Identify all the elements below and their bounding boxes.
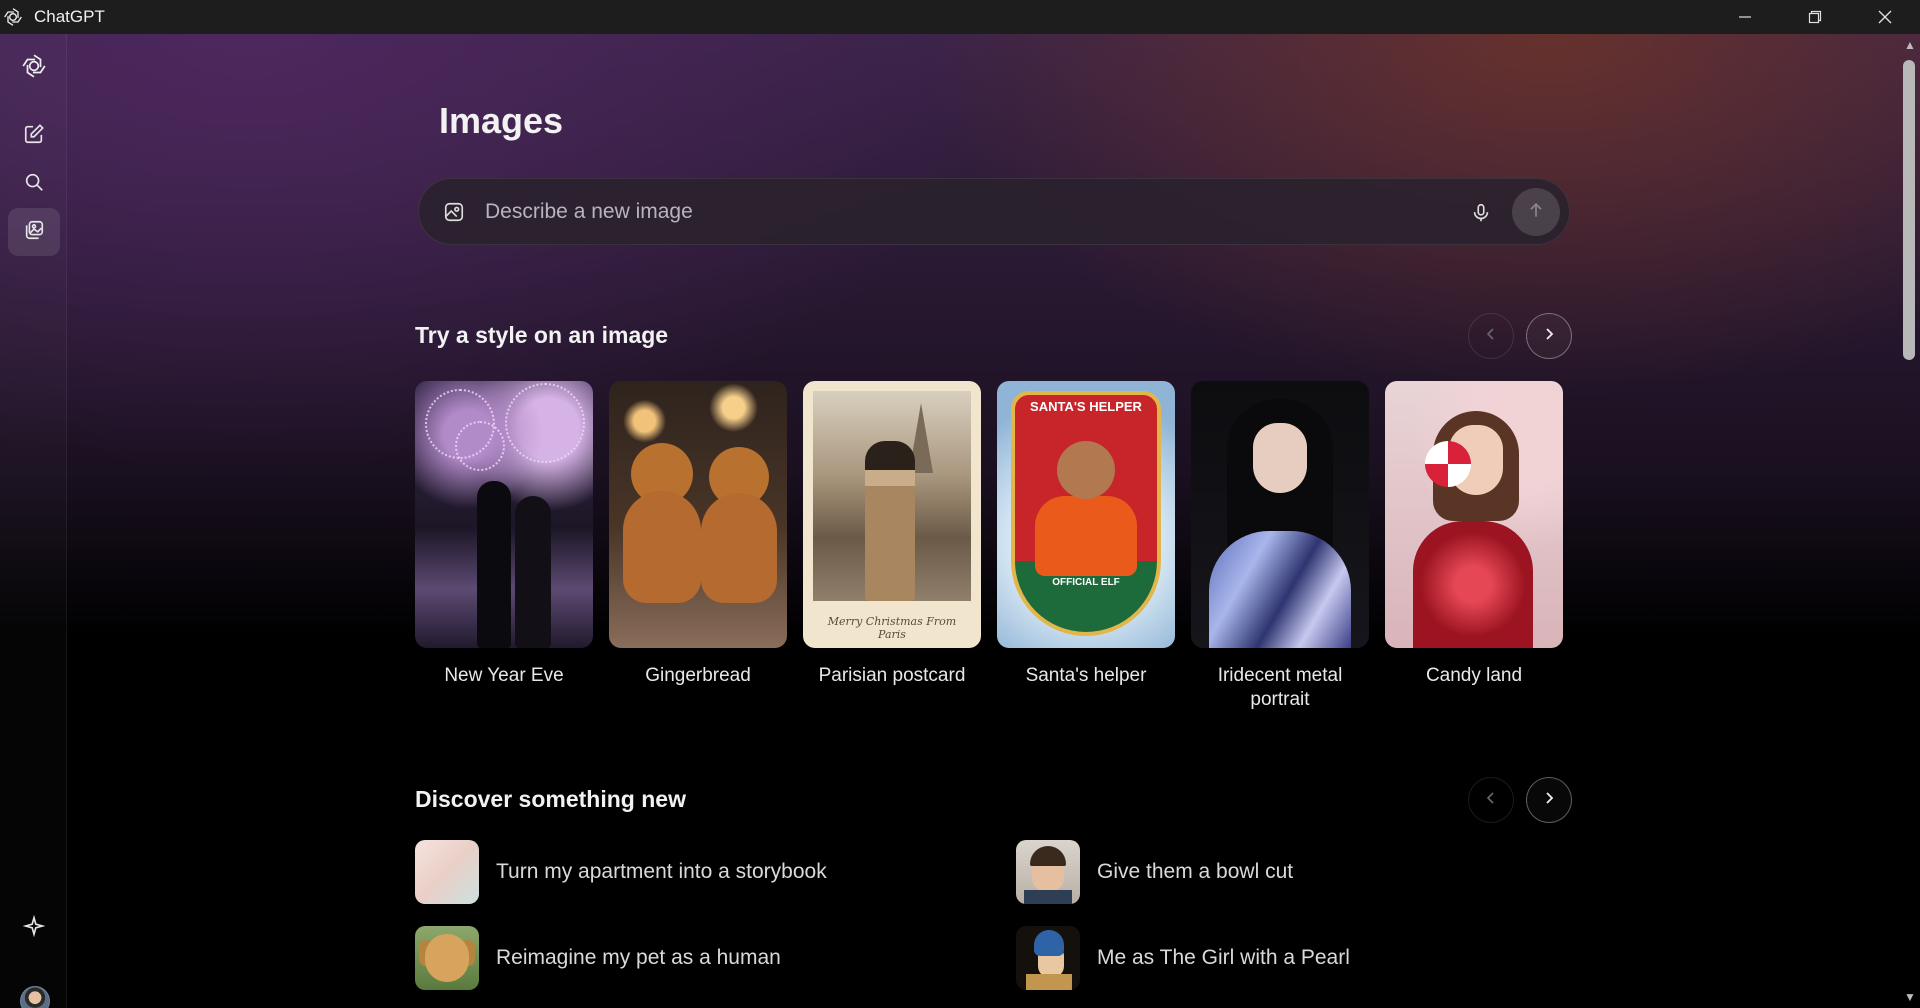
openai-logo-icon (21, 53, 47, 84)
chevron-right-icon (1542, 791, 1556, 810)
styles-next-button[interactable] (1526, 313, 1572, 359)
postcard-caption: Merry Christmas From Paris (827, 615, 957, 641)
sparkle-icon (22, 914, 46, 942)
search-icon (23, 171, 45, 198)
style-card-label: Santa's helper (1025, 665, 1147, 686)
chatgpt-logo-icon (2, 6, 24, 28)
discover-item-label: Me as The Girl with a Pearl (1097, 946, 1350, 969)
discover-item-bowl-cut[interactable]: Give them a bowl cut (1016, 840, 1293, 904)
chevron-right-icon (1542, 327, 1556, 346)
send-button[interactable] (1512, 188, 1560, 236)
santas-helper-thumbnail: SANTA'S HELPER OFFICIAL ELF (997, 381, 1175, 648)
sidebar (0, 34, 67, 1008)
discover-prev-button[interactable] (1468, 777, 1514, 823)
girl-pearl-thumbnail (1016, 926, 1080, 990)
santas-helper-banner: SANTA'S HELPER (1030, 399, 1142, 414)
new-chat-icon (23, 123, 45, 150)
page-title: Images (439, 100, 564, 141)
scroll-up-arrow[interactable]: ▲ (1900, 38, 1920, 54)
new-chat-button[interactable] (8, 112, 60, 160)
minimize-button[interactable] (1710, 0, 1780, 34)
image-prompt-input[interactable] (485, 193, 1385, 231)
style-card-label: Gingerbread (645, 665, 751, 686)
discover-item-label: Give them a bowl cut (1097, 860, 1294, 883)
discover-item-label: Reimagine my pet as a human (496, 946, 781, 969)
style-card-candy-land[interactable]: Candy land (1385, 381, 1563, 688)
style-card-parisian-postcard[interactable]: Merry Christmas From Paris Parisian post… (803, 381, 981, 688)
window-controls (1710, 0, 1920, 34)
images-button[interactable] (8, 208, 60, 256)
styles-prev-button[interactable] (1468, 313, 1514, 359)
style-card-label: Candy land (1425, 665, 1523, 686)
style-card-label: New Year Eve (444, 665, 564, 686)
scrollbar-thumb[interactable] (1903, 60, 1915, 360)
window-title: ChatGPT (34, 7, 105, 26)
avatar[interactable] (20, 986, 50, 1008)
style-card-label: Iridecent metal portrait (1217, 665, 1343, 710)
style-card-gingerbread[interactable]: Gingerbread (609, 381, 787, 688)
home-logo-button[interactable] (8, 44, 60, 92)
official-elf-badge: OFFICIAL ELF (1052, 577, 1120, 588)
bowl-cut-thumbnail (1016, 840, 1080, 904)
gingerbread-thumbnail (609, 381, 787, 648)
chevron-left-icon (1484, 791, 1498, 810)
upgrade-button[interactable] (8, 904, 60, 952)
arrow-up-icon (1526, 200, 1546, 225)
iridescent-metal-thumbnail (1191, 381, 1369, 648)
pet-thumbnail (415, 926, 479, 990)
close-button[interactable] (1850, 0, 1920, 34)
microphone-icon[interactable] (1465, 197, 1497, 229)
scroll-down-arrow[interactable]: ▼ (1900, 990, 1920, 1006)
discover-item-storybook[interactable]: Turn my apartment into a storybook (415, 840, 827, 904)
storybook-thumbnail (415, 840, 479, 904)
discover-next-button[interactable] (1526, 777, 1572, 823)
style-card-santas-helper[interactable]: SANTA'S HELPER OFFICIAL ELF Santa's help… (997, 381, 1175, 688)
discover-section-title: Discover something new (415, 786, 686, 812)
parisian-postcard-thumbnail: Merry Christmas From Paris (803, 381, 981, 648)
style-card-label: Parisian postcard (818, 665, 966, 686)
images-icon (23, 219, 45, 246)
title-bar: ChatGPT (0, 0, 1920, 34)
image-upload-icon[interactable] (441, 199, 467, 225)
chevron-left-icon (1484, 327, 1498, 346)
discover-item-girl-pearl[interactable]: Me as The Girl with a Pearl (1016, 926, 1350, 990)
new-year-eve-thumbnail (415, 381, 593, 648)
style-card-new-year-eve[interactable]: New Year Eve (415, 381, 593, 688)
restore-button[interactable] (1780, 0, 1850, 34)
image-prompt-bar (418, 178, 1570, 245)
search-button[interactable] (8, 160, 60, 208)
discover-item-pet-human[interactable]: Reimagine my pet as a human (415, 926, 781, 990)
style-card-iridescent-metal[interactable]: Iridecent metal portrait (1191, 381, 1369, 712)
candy-land-thumbnail (1385, 381, 1563, 648)
styles-section-title: Try a style on an image (415, 322, 669, 348)
discover-item-label: Turn my apartment into a storybook (496, 860, 827, 883)
